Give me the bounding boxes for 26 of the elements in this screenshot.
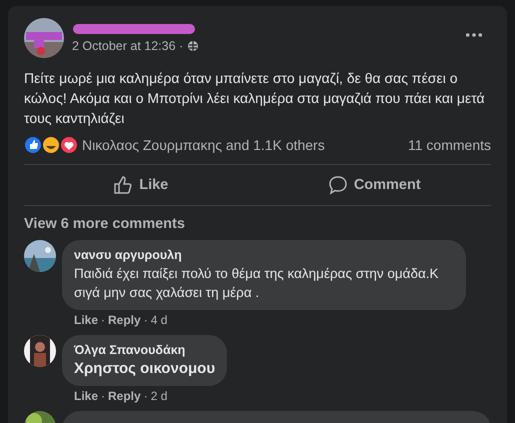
separator: · [101, 389, 106, 403]
globe-icon [187, 40, 200, 52]
post-date[interactable]: 2 October at 12:36 · [72, 39, 184, 53]
like-button[interactable]: Like [24, 165, 258, 205]
speech-bubble-icon [328, 175, 348, 195]
reactions-summary[interactable]: Νικολαος Ζουρμπακης and 1.1K others [82, 137, 325, 153]
like-link[interactable]: Like [74, 389, 98, 403]
reply-link[interactable]: Reply [108, 313, 141, 327]
separator: · [144, 313, 148, 327]
more-options-icon[interactable] [465, 32, 483, 38]
comment-text: Παιδιά έχει παίξει πολύ το θέμα της καλημέρας στην ομάδα.Κ σιγά μην σας χαλάσει τη μέρα . [74, 265, 440, 302]
post-text: Πείτε μωρέ μια καλημέρα όταν μπαίνετε στο μαγαζί, δε θα σας πέσει ο κώλος! Ακόμα και ο Μποτρίνι λέει καλημέρα στα μαγαζιά που πάει και μετά τους καντηλιάζει [24, 69, 486, 128]
view-more-comments-link[interactable]: View 6 more comments [24, 216, 491, 232]
comment-author[interactable]: Όλγα Σπανουδάκη [74, 343, 216, 357]
like-link[interactable]: Like [74, 313, 98, 327]
comment-button[interactable]: Comment [258, 165, 491, 205]
separator: · [144, 389, 148, 403]
reaction-icons [24, 136, 78, 154]
comment-author[interactable]: νανσυ αργυρουλη [74, 248, 454, 262]
comment-time[interactable]: 2 d [150, 389, 168, 403]
comment-text: Χρηστος οικονομου [74, 359, 216, 378]
comments-count[interactable]: 11 comments [408, 137, 491, 153]
comment-time[interactable]: 4 d [150, 313, 168, 327]
reply-link[interactable]: Reply [108, 389, 141, 403]
thumbs-up-icon [113, 175, 134, 195]
separator: · [101, 313, 106, 327]
